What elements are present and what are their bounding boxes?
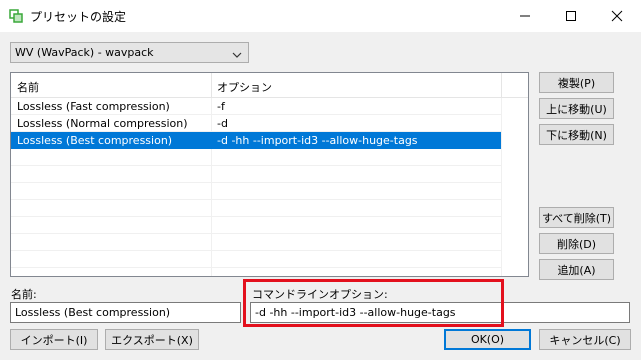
list-item[interactable]: Lossless (Normal compression) -d [11,115,501,132]
preset-app-icon [9,9,23,23]
duplicate-button[interactable]: 複製(P) [539,72,614,93]
list-item-option: -d -hh --import-id3 --allow-huge-tags [217,134,418,147]
column-header-option[interactable]: オプション [217,79,272,95]
list-empty-row [11,217,501,234]
move-up-button[interactable]: 上に移動(U) [539,98,614,119]
list-item-name: Lossless (Best compression) [17,134,173,147]
preset-select-value: WV (WavPack) - wavpack [15,46,154,59]
window-title: プリセットの設定 [30,10,127,24]
close-button[interactable] [594,0,640,32]
preset-list[interactable]: 名前 オプション Lossless (Fast compression) -f … [10,72,529,277]
delete-all-button[interactable]: すべて削除(T) [539,207,614,228]
maximize-button[interactable] [548,0,594,32]
preset-select[interactable]: WV (WavPack) - wavpack [10,42,249,63]
list-item-name: Lossless (Normal compression) [17,117,188,130]
name-field-value: Lossless (Best compression) [15,306,171,319]
title-bar: プリセットの設定 [0,0,641,32]
list-empty-row [11,234,501,251]
import-button[interactable]: インポート(I) [10,329,98,350]
list-item-selected[interactable]: Lossless (Best compression) -d -hh --imp… [11,132,501,149]
list-empty-row [11,200,501,217]
minimize-button[interactable] [502,0,548,32]
list-empty-row [11,183,501,200]
column-divider[interactable] [211,73,212,98]
minimize-icon [520,15,530,17]
cancel-button[interactable]: キャンセル(C) [539,329,631,350]
column-divider[interactable] [501,73,502,98]
list-item-name: Lossless (Fast compression) [17,100,170,113]
maximize-icon [566,11,576,21]
grid-line [501,98,502,276]
highlight-box [243,279,504,327]
list-empty-row [11,149,501,166]
add-button[interactable]: 追加(A) [539,259,614,280]
chevron-down-icon [232,49,242,62]
list-item-option: -f [217,100,225,113]
list-header: 名前 オプション [11,73,528,98]
close-icon [611,10,623,22]
column-header-name[interactable]: 名前 [17,79,39,95]
export-button[interactable]: エクスポート(X) [105,329,199,350]
delete-button[interactable]: 削除(D) [539,233,614,254]
list-empty-row [11,166,501,183]
ok-button[interactable]: OK(O) [444,329,531,350]
move-down-button[interactable]: 下に移動(N) [539,124,614,145]
name-label: 名前: [11,288,37,301]
list-empty-row [11,251,501,268]
name-field[interactable]: Lossless (Best compression) [10,302,241,323]
list-item[interactable]: Lossless (Fast compression) -f [11,98,501,115]
list-item-option: -d [217,117,228,130]
